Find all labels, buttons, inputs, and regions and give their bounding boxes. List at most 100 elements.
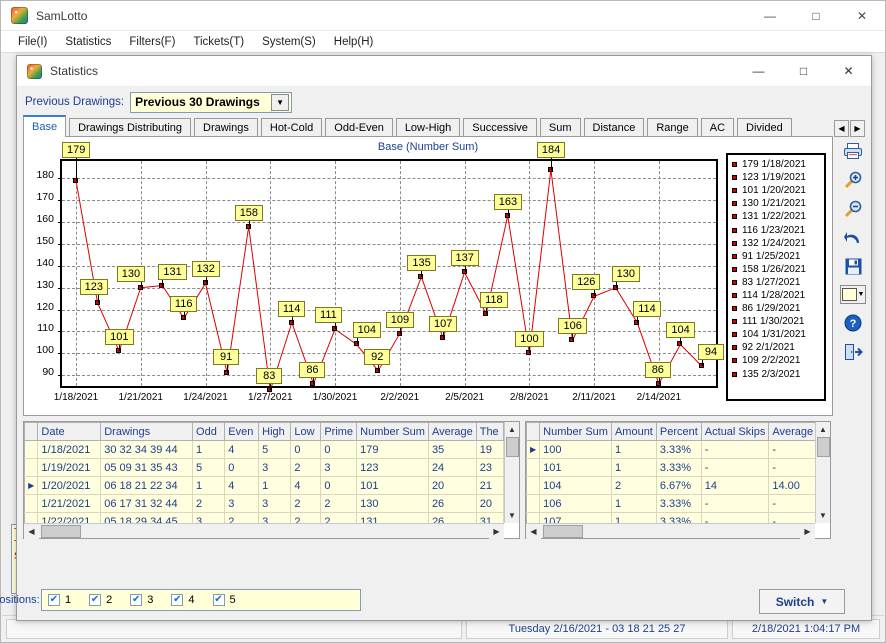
scroll-right-icon[interactable]: ▶ <box>800 524 815 539</box>
table-row[interactable]: 10426.67%1414.00 <box>527 477 816 495</box>
stats-minimize-button[interactable]: — <box>736 56 781 87</box>
column-header[interactable]: High <box>259 423 291 441</box>
previous-drawings-combo[interactable]: Previous 30 Drawings ▼ <box>130 92 292 113</box>
table-cell[interactable]: 3.33% <box>656 513 701 524</box>
checkbox-icon[interactable]: ✔ <box>171 594 183 606</box>
table-cell[interactable]: 20 <box>428 477 476 495</box>
table-cell[interactable]: 3 <box>321 459 357 477</box>
table-row[interactable]: ▶10013.33%-- <box>527 441 816 459</box>
table-cell[interactable]: 6.67% <box>656 477 701 495</box>
column-header[interactable]: Low <box>291 423 321 441</box>
table-row[interactable]: 1/21/202106 17 31 32 44233221302620 <box>25 495 504 513</box>
number-sum-grid-hscrollbar[interactable]: ◀ ▶ <box>526 523 815 538</box>
scroll-left-icon[interactable]: ◀ <box>24 524 39 539</box>
table-cell[interactable]: 1/20/2021 <box>38 477 101 495</box>
table-cell[interactable]: 101 <box>357 477 429 495</box>
column-header[interactable]: The <box>476 423 503 441</box>
table-cell[interactable]: 3 <box>193 513 225 524</box>
undo-icon[interactable] <box>840 223 866 252</box>
tab-ac[interactable]: AC <box>701 118 734 137</box>
table-cell[interactable]: 14.00 <box>769 477 815 495</box>
table-row[interactable]: 10713.33%-- <box>527 513 816 524</box>
table-cell[interactable]: 1/22/2021 <box>38 513 101 524</box>
table-cell[interactable]: 3.33% <box>656 495 701 513</box>
app-maximize-button[interactable]: □ <box>793 1 839 31</box>
menu-file[interactable]: File(I) <box>9 33 56 51</box>
chart-plot-area[interactable]: 1791231011301311161329115883114861111049… <box>60 159 718 388</box>
table-cell[interactable]: 3 <box>225 495 259 513</box>
column-header[interactable]: Date <box>38 423 101 441</box>
number-sum-grid-vscrollbar[interactable]: ▲ ▼ <box>815 422 830 523</box>
table-row[interactable]: ▶1/20/202106 18 21 22 34141401012021 <box>25 477 504 495</box>
row-indicator[interactable] <box>527 495 540 513</box>
table-cell[interactable]: 0 <box>225 459 259 477</box>
tab-base[interactable]: Base <box>23 115 66 137</box>
table-cell[interactable]: 123 <box>357 459 429 477</box>
table-cell[interactable]: 26 <box>428 513 476 524</box>
tab-distance[interactable]: Distance <box>584 118 645 137</box>
column-header[interactable]: Amount <box>611 423 656 441</box>
position-checkbox-4[interactable]: ✔4 <box>171 594 194 606</box>
app-minimize-button[interactable]: — <box>747 1 793 31</box>
chart-legend[interactable]: 179 1/18/2021123 1/19/2021101 1/20/20211… <box>726 153 826 401</box>
table-cell[interactable]: 2 <box>193 495 225 513</box>
table-cell[interactable]: 14 <box>701 477 769 495</box>
table-cell[interactable]: 0 <box>321 441 357 459</box>
column-header[interactable]: Percent <box>656 423 701 441</box>
table-cell[interactable]: 1 <box>611 513 656 524</box>
checkbox-icon[interactable]: ✔ <box>213 594 225 606</box>
table-row[interactable]: 10113.33%-- <box>527 459 816 477</box>
row-indicator[interactable] <box>25 513 38 524</box>
stats-maximize-button[interactable]: □ <box>781 56 826 87</box>
zoom-in-icon[interactable] <box>840 165 866 194</box>
table-cell[interactable]: 23 <box>476 459 503 477</box>
switch-button[interactable]: Switch ▼ <box>759 589 845 614</box>
table-cell[interactable]: 26 <box>428 495 476 513</box>
table-cell[interactable]: 1 <box>259 477 291 495</box>
scroll-down-icon[interactable]: ▼ <box>816 508 831 523</box>
table-cell[interactable]: 3.33% <box>656 459 701 477</box>
number-sum-table[interactable]: Number SumAmountPercentActual SkipsAvera… <box>526 422 815 523</box>
color-picker[interactable]: ▼ <box>840 285 866 304</box>
zoom-out-icon[interactable] <box>840 194 866 223</box>
table-cell[interactable]: 2 <box>611 477 656 495</box>
drawings-grid-vscrollbar[interactable]: ▲ ▼ <box>504 422 519 523</box>
table-cell[interactable]: - <box>701 441 769 459</box>
table-cell[interactable]: 1 <box>193 477 225 495</box>
save-icon[interactable] <box>840 252 866 281</box>
table-cell[interactable]: 1/18/2021 <box>38 441 101 459</box>
table-row[interactable]: 1/19/202105 09 31 35 43503231232423 <box>25 459 504 477</box>
row-indicator[interactable] <box>25 459 38 477</box>
menu-system[interactable]: System(S) <box>253 33 325 51</box>
exit-icon[interactable] <box>840 337 866 366</box>
row-indicator[interactable]: ▶ <box>527 441 540 459</box>
table-cell[interactable]: 179 <box>357 441 429 459</box>
menu-help[interactable]: Help(H) <box>325 33 383 51</box>
column-header[interactable]: Number Sum <box>357 423 429 441</box>
table-cell[interactable]: 1/19/2021 <box>38 459 101 477</box>
row-indicator[interactable] <box>527 477 540 495</box>
table-cell[interactable]: - <box>769 441 815 459</box>
column-header[interactable]: Number Sum <box>540 423 612 441</box>
menu-tickets[interactable]: Tickets(T) <box>184 33 253 51</box>
column-header[interactable]: Average <box>428 423 476 441</box>
checkbox-icon[interactable]: ✔ <box>48 594 60 606</box>
table-cell[interactable]: 107 <box>540 513 612 524</box>
table-cell[interactable]: 06 18 21 22 34 <box>101 477 193 495</box>
table-cell[interactable]: 1 <box>611 459 656 477</box>
app-close-button[interactable]: ✕ <box>839 1 885 31</box>
tab-divided[interactable]: Divided <box>737 118 792 137</box>
row-indicator[interactable] <box>527 513 540 524</box>
table-cell[interactable]: 31 <box>476 513 503 524</box>
position-checkbox-5[interactable]: ✔5 <box>213 594 236 606</box>
hscroll-thumb[interactable] <box>543 525 583 538</box>
drawings-grid-hscrollbar[interactable]: ◀ ▶ <box>24 523 504 538</box>
tab-drawings-distributing[interactable]: Drawings Distributing <box>69 118 191 137</box>
table-cell[interactable]: 0 <box>321 477 357 495</box>
table-cell[interactable]: - <box>701 495 769 513</box>
table-cell[interactable]: - <box>769 495 815 513</box>
position-checkbox-2[interactable]: ✔2 <box>89 594 112 606</box>
table-cell[interactable]: 2 <box>321 495 357 513</box>
table-cell[interactable]: 20 <box>476 495 503 513</box>
table-cell[interactable]: 131 <box>357 513 429 524</box>
